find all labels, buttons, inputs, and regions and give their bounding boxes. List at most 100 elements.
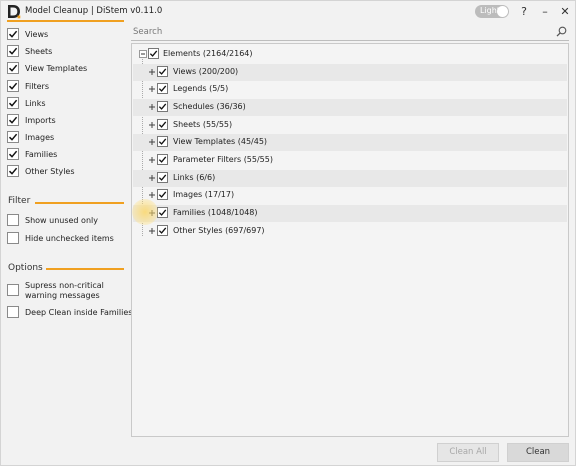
checkbox-checked-icon[interactable] (157, 189, 168, 200)
category-images[interactable]: Images (7, 130, 54, 144)
checkbox-checked-icon[interactable] (7, 97, 19, 109)
expand-icon[interactable] (148, 138, 156, 146)
options-accent-line (46, 268, 124, 270)
tree-root-elements[interactable]: Elements (2164/2164) (133, 46, 567, 63)
toggle-knob (497, 6, 508, 17)
checkbox-unchecked-icon[interactable] (7, 306, 19, 318)
checkbox-checked-icon[interactable] (157, 66, 168, 77)
distem-logo-icon (8, 5, 21, 19)
search-input[interactable] (133, 25, 543, 39)
clean-button[interactable]: Clean (507, 443, 569, 462)
tree-item-label: Other Styles (697/697) (173, 226, 265, 235)
checkbox-checked-icon[interactable] (157, 136, 168, 147)
expand-icon[interactable] (148, 174, 156, 182)
category-label: Sheets (25, 46, 53, 56)
checkbox-checked-icon[interactable] (157, 119, 168, 130)
category-label: View Templates (25, 63, 88, 73)
filter-show-unused[interactable]: Show unused only (7, 213, 98, 227)
tree-item-images[interactable]: Images (17/17) (133, 187, 567, 204)
minimize-button[interactable]: – (537, 4, 553, 20)
option-label: Deep Clean inside Families (25, 307, 133, 317)
filter-option-label: Show unused only (25, 215, 98, 225)
expand-icon[interactable] (148, 68, 156, 76)
title-bar: Model Cleanup | DiStem v0.11.0 Light ? –… (1, 1, 576, 23)
expand-icon[interactable] (148, 191, 156, 199)
filter-accent-line (35, 202, 124, 204)
tree-item-schedules[interactable]: Schedules (36/36) (133, 99, 567, 116)
category-other-styles[interactable]: Other Styles (7, 164, 75, 178)
checkbox-checked-icon[interactable] (7, 45, 19, 57)
checkbox-checked-icon[interactable] (7, 148, 19, 160)
checkbox-checked-icon[interactable] (7, 114, 19, 126)
expand-icon[interactable] (148, 85, 156, 93)
tree-item-other-styles[interactable]: Other Styles (697/697) (133, 223, 567, 240)
filter-option-label: Hide unchecked items (25, 233, 114, 243)
category-filters[interactable]: Filters (7, 79, 49, 93)
expand-icon[interactable] (148, 121, 156, 129)
checkbox-checked-icon[interactable] (157, 207, 168, 218)
checkbox-checked-icon[interactable] (7, 80, 19, 92)
category-label: Other Styles (25, 166, 75, 176)
expand-icon[interactable] (148, 227, 156, 235)
tree-item-label: Images (17/17) (173, 190, 235, 199)
tree-item-view-templates[interactable]: View Templates (45/45) (133, 134, 567, 151)
tree-item-legends[interactable]: Legends (5/5) (133, 81, 567, 98)
filter-hide-unchecked[interactable]: Hide unchecked items (7, 231, 114, 245)
option-label: Supress non-critical warning messages (25, 281, 104, 300)
tree-item-label: Views (200/200) (173, 67, 239, 76)
clean-all-button[interactable]: Clean All (437, 443, 499, 462)
tree-item-views[interactable]: Views (200/200) (133, 64, 567, 81)
expand-icon[interactable] (148, 156, 156, 164)
checkbox-checked-icon[interactable] (157, 225, 168, 236)
elements-tree: Elements (2164/2164) Views (200/200) Leg… (131, 43, 569, 437)
checkbox-unchecked-icon[interactable] (7, 214, 19, 226)
cursor-highlight (132, 199, 158, 225)
checkbox-unchecked-icon[interactable] (7, 284, 19, 296)
category-label: Imports (25, 115, 56, 125)
tree-item-label: Sheets (55/55) (173, 120, 233, 129)
collapse-icon[interactable] (139, 50, 147, 58)
theme-toggle[interactable]: Light (475, 5, 509, 18)
checkbox-checked-icon[interactable] (7, 28, 19, 40)
tree-item-label: Links (6/6) (173, 173, 216, 182)
tree-item-parameter-filters[interactable]: Parameter Filters (55/55) (133, 152, 567, 169)
tree-item-label: Parameter Filters (55/55) (173, 155, 273, 164)
search-bar (131, 23, 569, 41)
expand-icon[interactable] (148, 103, 156, 111)
category-families[interactable]: Families (7, 147, 57, 161)
tree-item-families[interactable]: Families (1048/1048) (133, 205, 567, 222)
window-title: Model Cleanup | DiStem v0.11.0 (25, 6, 163, 16)
tree-item-sheets[interactable]: Sheets (55/55) (133, 117, 567, 134)
search-icon[interactable] (556, 26, 567, 37)
category-sheets[interactable]: Sheets (7, 44, 52, 58)
checkbox-checked-icon[interactable] (157, 154, 168, 165)
checkbox-checked-icon[interactable] (157, 83, 168, 94)
category-label: Views (25, 29, 49, 39)
checkbox-checked-icon[interactable] (7, 131, 19, 143)
checkbox-checked-icon[interactable] (148, 48, 159, 59)
tree-item-label: Schedules (36/36) (173, 102, 246, 111)
category-label: Links (25, 98, 46, 108)
category-imports[interactable]: Imports (7, 113, 56, 127)
option-suppress-warnings[interactable]: Supress non-critical warning messages (7, 281, 129, 305)
tree-item-label: Legends (5/5) (173, 84, 229, 93)
help-button[interactable]: ? (516, 4, 532, 20)
model-cleanup-window: Model Cleanup | DiStem v0.11.0 Light ? –… (0, 0, 576, 466)
tree-item-links[interactable]: Links (6/6) (133, 170, 567, 187)
checkbox-checked-icon[interactable] (157, 172, 168, 183)
checkbox-checked-icon[interactable] (7, 165, 19, 177)
checkbox-unchecked-icon[interactable] (7, 232, 19, 244)
checkbox-checked-icon[interactable] (157, 101, 168, 112)
category-views[interactable]: Views (7, 27, 48, 41)
filter-section-title: Filter (8, 196, 31, 206)
category-view-templates[interactable]: View Templates (7, 61, 87, 75)
category-links[interactable]: Links (7, 96, 46, 110)
category-label: Families (25, 149, 58, 159)
option-deep-clean[interactable]: Deep Clean inside Families (7, 305, 132, 319)
category-label: Filters (25, 81, 49, 91)
checkbox-checked-icon[interactable] (7, 62, 19, 74)
tree-item-label: View Templates (45/45) (173, 137, 268, 146)
title-accent-line (7, 20, 124, 22)
options-section-title: Options (8, 263, 43, 273)
close-button[interactable]: ✕ (557, 4, 573, 20)
